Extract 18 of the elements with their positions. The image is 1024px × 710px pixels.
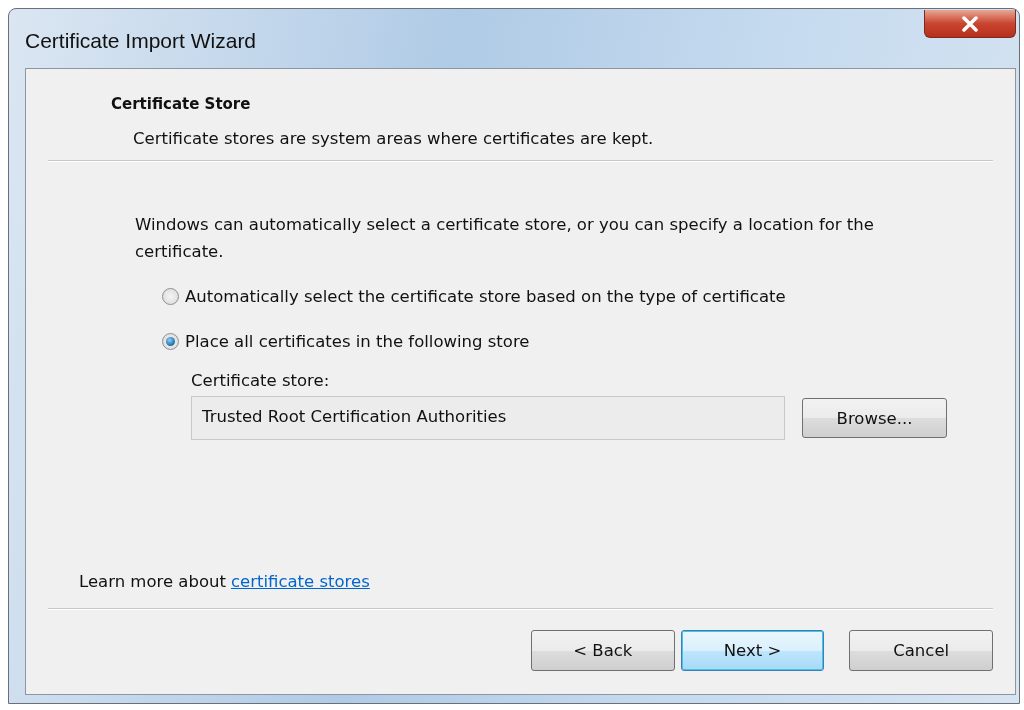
radio-label[interactable]: Place all certificates in the following store bbox=[185, 332, 530, 351]
page-heading: Certificate Store bbox=[111, 95, 252, 113]
wizard-button[interactable]: Cancel bbox=[849, 629, 993, 671]
radio-button[interactable] bbox=[162, 333, 179, 350]
page-subtitle: Certificate stores are system areas where certificates are kept. bbox=[133, 129, 655, 148]
description-text: Windows can automatically select a certificate store, or you can specify a location for the certificate. bbox=[135, 214, 875, 263]
close-button[interactable] bbox=[924, 10, 1016, 38]
wizard-button[interactable]: Next > bbox=[680, 629, 825, 671]
window-title: Certificate Import Wizard bbox=[25, 29, 257, 53]
radio-label[interactable]: Automatically select the certificate store based on the type of certificate bbox=[185, 287, 786, 306]
field-label: Certificate store: bbox=[191, 371, 331, 390]
learn-more-text: Learn more about bbox=[79, 572, 226, 591]
radio-button[interactable] bbox=[162, 288, 179, 305]
learn-more-link[interactable]: certificate stores bbox=[230, 572, 370, 591]
close-icon bbox=[961, 15, 979, 32]
wizard-button[interactable]: < Back bbox=[531, 629, 675, 671]
browse-button[interactable]: Browse... bbox=[802, 398, 947, 438]
store-field[interactable]: Trusted Root Certification Authorities bbox=[191, 396, 785, 440]
